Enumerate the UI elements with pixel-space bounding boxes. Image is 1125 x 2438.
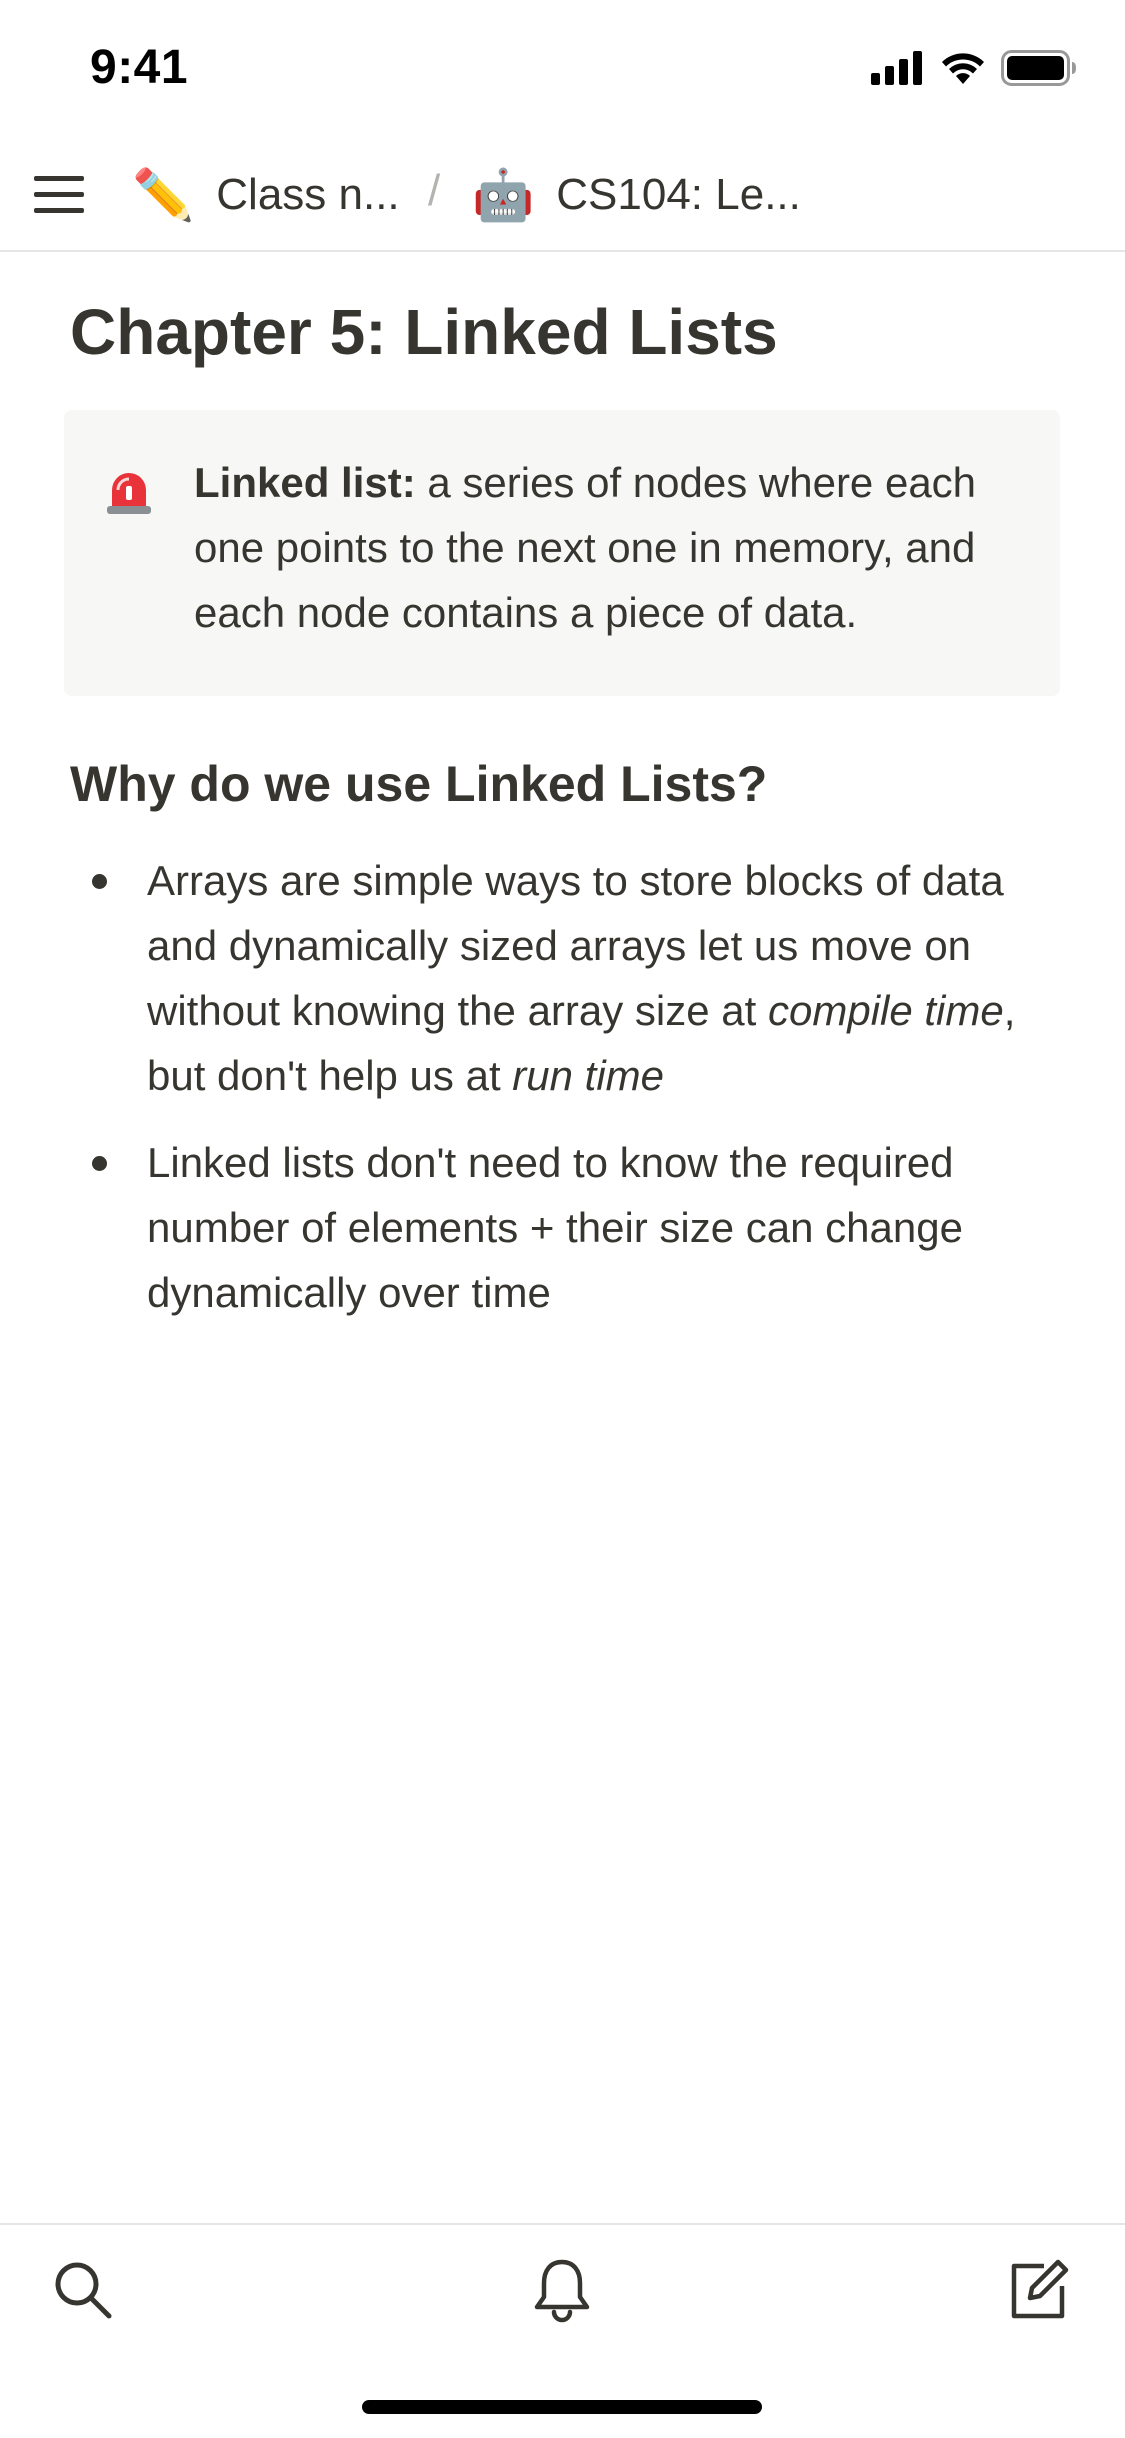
status-time: 9:41 bbox=[90, 41, 189, 94]
breadcrumb-cs104[interactable]: 🤖 CS104: Le... bbox=[472, 160, 801, 230]
top-nav: ✏️ Class n... / 🤖 CS104: Le... bbox=[0, 140, 1125, 252]
status-icons bbox=[871, 50, 1077, 86]
wifi-icon bbox=[942, 53, 984, 84]
compose-button[interactable] bbox=[1003, 2255, 1073, 2325]
callout-block[interactable]: Linked list: a series of nodes where eac… bbox=[64, 410, 1060, 696]
list-item[interactable]: Arrays are simple ways to store blocks o… bbox=[70, 848, 1060, 1108]
notifications-button[interactable] bbox=[527, 2255, 597, 2325]
breadcrumb-class-notes[interactable]: ✏️ Class n... bbox=[132, 160, 400, 230]
hamburger-menu-icon[interactable] bbox=[34, 168, 86, 220]
search-button[interactable] bbox=[48, 2255, 118, 2325]
bullet-italic-text: run time bbox=[512, 1052, 665, 1099]
battery-icon bbox=[1001, 50, 1076, 86]
breadcrumb-separator: / bbox=[428, 166, 441, 215]
pencil-icon: ✏️ bbox=[132, 166, 195, 223]
list-item[interactable]: Linked lists don't need to know the requ… bbox=[70, 1130, 1060, 1325]
bullet-dot bbox=[92, 1156, 107, 1171]
robot-icon: 🤖 bbox=[472, 166, 535, 223]
page-title[interactable]: Chapter 5: Linked Lists bbox=[70, 295, 778, 369]
section-heading[interactable]: Why do we use Linked Lists? bbox=[70, 755, 767, 813]
bullet-italic-text: compile time bbox=[767, 987, 1004, 1034]
breadcrumb-label: CS104: Le... bbox=[556, 170, 801, 219]
signal-icon bbox=[871, 51, 922, 85]
breadcrumb-label: Class n... bbox=[216, 170, 400, 219]
callout-text: Linked list: a series of nodes where eac… bbox=[194, 450, 1024, 645]
bullet-dot bbox=[92, 874, 107, 889]
bell-icon bbox=[534, 2259, 590, 2323]
home-indicator[interactable] bbox=[362, 2400, 762, 2414]
bullet-text: Linked lists don't need to know the requ… bbox=[147, 1139, 963, 1316]
siren-icon bbox=[107, 473, 151, 514]
callout-term: Linked list: bbox=[194, 459, 416, 506]
compose-icon bbox=[1011, 2259, 1069, 2319]
search-icon bbox=[55, 2262, 112, 2319]
status-bar: 9:41 bbox=[0, 0, 1125, 135]
bullet-list: Arrays are simple ways to store blocks o… bbox=[70, 848, 1060, 1347]
